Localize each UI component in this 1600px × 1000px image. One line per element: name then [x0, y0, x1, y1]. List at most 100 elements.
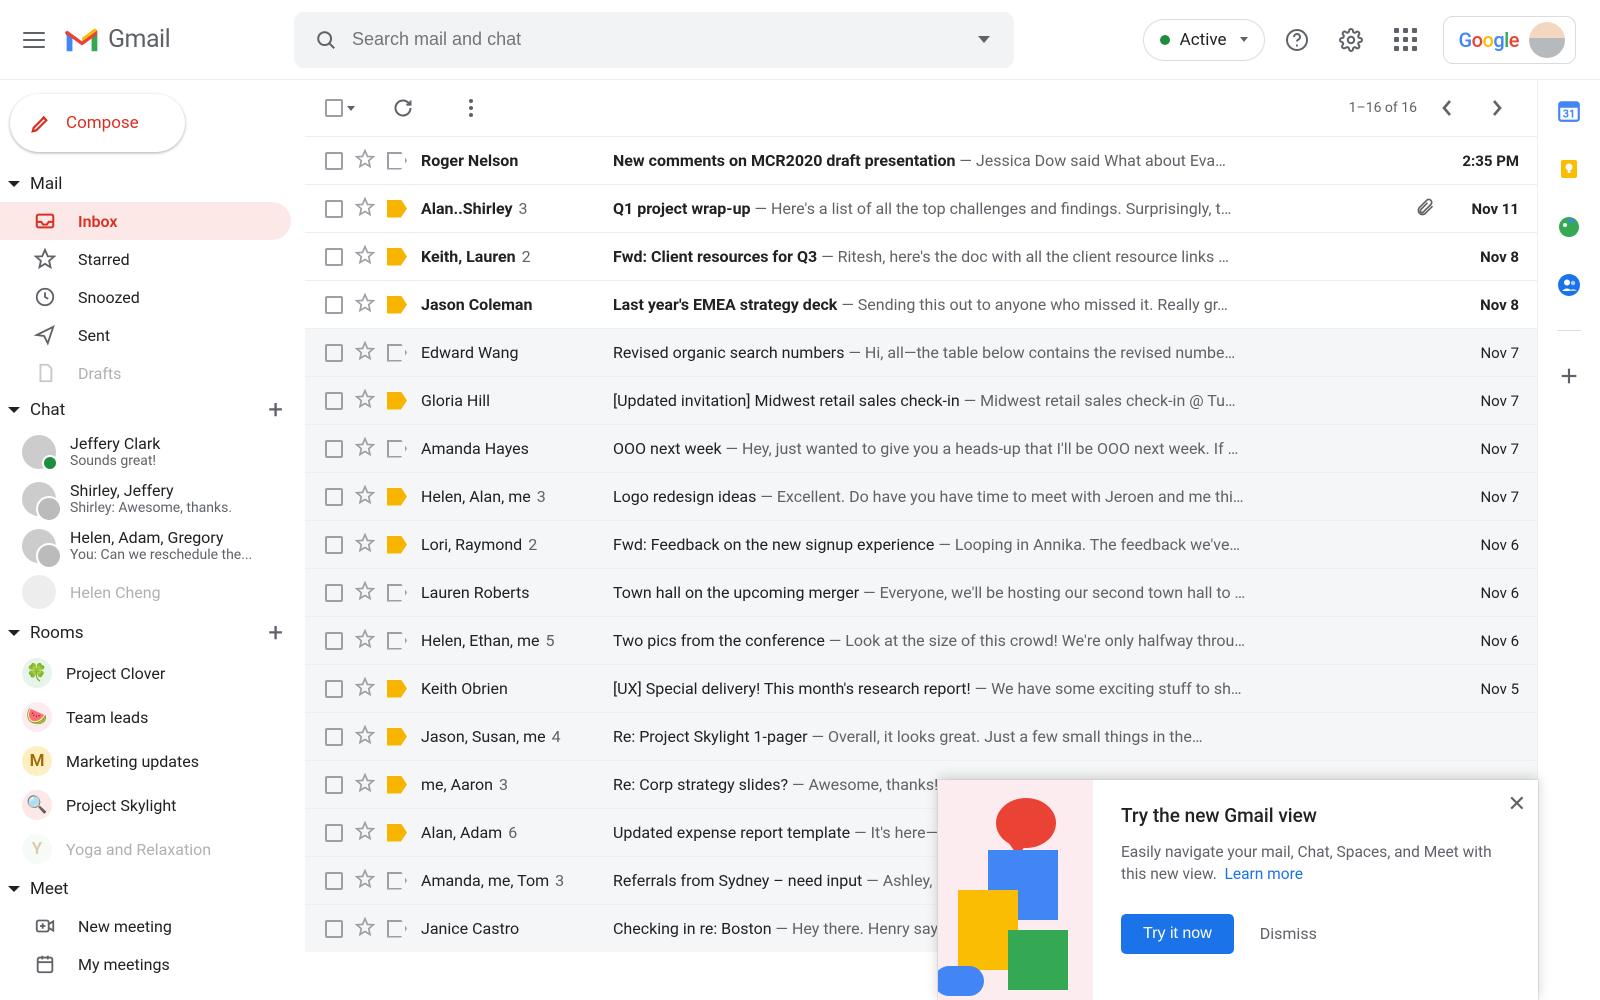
email-row[interactable]: Jason, Susan, me4Re: Project Skylight 1-… — [305, 712, 1537, 760]
search-options-button[interactable] — [958, 16, 1006, 64]
importance-marker[interactable] — [387, 440, 409, 458]
compose-button[interactable]: Compose — [10, 94, 185, 152]
row-checkbox[interactable] — [325, 872, 343, 890]
row-checkbox[interactable] — [325, 296, 343, 314]
importance-marker[interactable] — [387, 488, 409, 506]
section-head-meet[interactable]: Meet — [0, 871, 305, 907]
email-row[interactable]: Helen, Ethan, me5Two pics from the confe… — [305, 616, 1537, 664]
row-checkbox[interactable] — [325, 200, 343, 218]
star-button[interactable] — [355, 437, 375, 461]
importance-marker[interactable] — [387, 392, 409, 410]
search-input[interactable] — [350, 28, 958, 51]
row-checkbox[interactable] — [325, 440, 343, 458]
keep-app-icon[interactable] — [1556, 156, 1582, 182]
promo-try-button[interactable]: Try it now — [1121, 914, 1234, 954]
row-checkbox[interactable] — [325, 344, 343, 362]
room-item[interactable]: MMarketing updates — [0, 739, 305, 783]
importance-marker[interactable] — [387, 344, 409, 362]
star-button[interactable] — [355, 149, 375, 173]
row-checkbox[interactable] — [325, 248, 343, 266]
chat-item[interactable]: Helen Cheng — [0, 569, 305, 615]
room-item[interactable]: 🍀Project Clover — [0, 651, 305, 695]
promo-close-button[interactable]: ✕ — [1508, 792, 1526, 817]
email-row[interactable]: Amanda HayesOOO next week — Hey, just wa… — [305, 424, 1537, 472]
row-checkbox[interactable] — [325, 392, 343, 410]
star-button[interactable] — [355, 677, 375, 701]
email-row[interactable]: Jason ColemanLast year's EMEA strategy d… — [305, 280, 1537, 328]
star-button[interactable] — [355, 389, 375, 413]
contacts-app-icon[interactable] — [1556, 272, 1582, 298]
row-checkbox[interactable] — [325, 776, 343, 794]
importance-marker[interactable] — [387, 776, 409, 794]
select-all-checkbox[interactable] — [325, 99, 355, 117]
new-room-button[interactable]: + — [268, 618, 283, 648]
next-page-button[interactable] — [1477, 88, 1517, 128]
importance-marker[interactable] — [387, 680, 409, 698]
importance-marker[interactable] — [387, 872, 409, 890]
room-item[interactable]: 🍉Team leads — [0, 695, 305, 739]
star-button[interactable] — [355, 869, 375, 893]
row-checkbox[interactable] — [325, 680, 343, 698]
importance-marker[interactable] — [387, 200, 409, 218]
refresh-button[interactable] — [383, 88, 423, 128]
email-row[interactable]: Edward WangRevised organic search number… — [305, 328, 1537, 376]
email-row[interactable]: Helen, Alan, me3Logo redesign ideas — Ex… — [305, 472, 1537, 520]
importance-marker[interactable] — [387, 296, 409, 314]
sidebar-item-inbox[interactable]: Inbox — [0, 202, 291, 240]
star-button[interactable] — [355, 581, 375, 605]
star-button[interactable] — [355, 485, 375, 509]
room-item[interactable]: 🔍Project Skylight — [0, 783, 305, 827]
meet-item-new-meeting[interactable]: New meeting — [0, 907, 291, 945]
promo-dismiss-button[interactable]: Dismiss — [1260, 924, 1317, 943]
meet-item-my-meetings[interactable]: My meetings — [0, 945, 291, 983]
avatar[interactable] — [1529, 22, 1565, 58]
status-chip[interactable]: Active — [1143, 19, 1266, 61]
star-button[interactable] — [355, 245, 375, 269]
importance-marker[interactable] — [387, 920, 409, 938]
importance-marker[interactable] — [387, 728, 409, 746]
calendar-app-icon[interactable]: 31 — [1556, 98, 1582, 124]
email-row[interactable]: Lauren RobertsTown hall on the upcoming … — [305, 568, 1537, 616]
star-button[interactable] — [355, 533, 375, 557]
gmail-logo[interactable]: Gmail — [64, 25, 294, 54]
row-checkbox[interactable] — [325, 728, 343, 746]
row-checkbox[interactable] — [325, 584, 343, 602]
importance-marker[interactable] — [387, 248, 409, 266]
importance-marker[interactable] — [387, 632, 409, 650]
sidebar-item-drafts[interactable]: Drafts — [0, 354, 291, 392]
row-checkbox[interactable] — [325, 824, 343, 842]
search-icon[interactable] — [302, 16, 350, 64]
row-checkbox[interactable] — [325, 632, 343, 650]
google-apps-button[interactable] — [1383, 18, 1427, 62]
star-button[interactable] — [355, 725, 375, 749]
chat-item[interactable]: Jeffery ClarkSounds great! — [0, 428, 305, 475]
importance-marker[interactable] — [387, 824, 409, 842]
section-head-chat[interactable]: Chat + — [0, 392, 305, 428]
new-chat-button[interactable]: + — [268, 395, 283, 425]
row-checkbox[interactable] — [325, 488, 343, 506]
room-item[interactable]: YYoga and Relaxation — [0, 827, 305, 871]
section-head-mail[interactable]: Mail — [0, 166, 305, 202]
search-bar[interactable] — [294, 12, 1014, 68]
importance-marker[interactable] — [387, 536, 409, 554]
sidebar-item-starred[interactable]: Starred — [0, 240, 291, 278]
prev-page-button[interactable] — [1427, 88, 1467, 128]
main-menu-button[interactable] — [10, 16, 58, 64]
sidebar-item-snoozed[interactable]: Snoozed — [0, 278, 291, 316]
account-box[interactable]: Google — [1443, 16, 1576, 64]
star-button[interactable] — [355, 917, 375, 941]
sidebar-item-sent[interactable]: Sent — [0, 316, 291, 354]
email-row[interactable]: Keith Obrien[UX] Special delivery! This … — [305, 664, 1537, 712]
settings-button[interactable] — [1329, 18, 1373, 62]
email-row[interactable]: Lori, Raymond2Fwd: Feedback on the new s… — [305, 520, 1537, 568]
email-row[interactable]: Roger NelsonNew comments on MCR2020 draf… — [305, 136, 1537, 184]
row-checkbox[interactable] — [325, 920, 343, 938]
tasks-app-icon[interactable] — [1556, 214, 1582, 240]
chat-item[interactable]: Shirley, JefferyShirley: Awesome, thanks… — [0, 475, 305, 522]
add-app-button[interactable] — [1556, 363, 1582, 389]
email-row[interactable]: Keith, Lauren2Fwd: Client resources for … — [305, 232, 1537, 280]
star-button[interactable] — [355, 821, 375, 845]
email-row[interactable]: Gloria Hill[Updated invitation] Midwest … — [305, 376, 1537, 424]
importance-marker[interactable] — [387, 584, 409, 602]
email-row[interactable]: Alan..Shirley3Q1 project wrap-up — Here'… — [305, 184, 1537, 232]
